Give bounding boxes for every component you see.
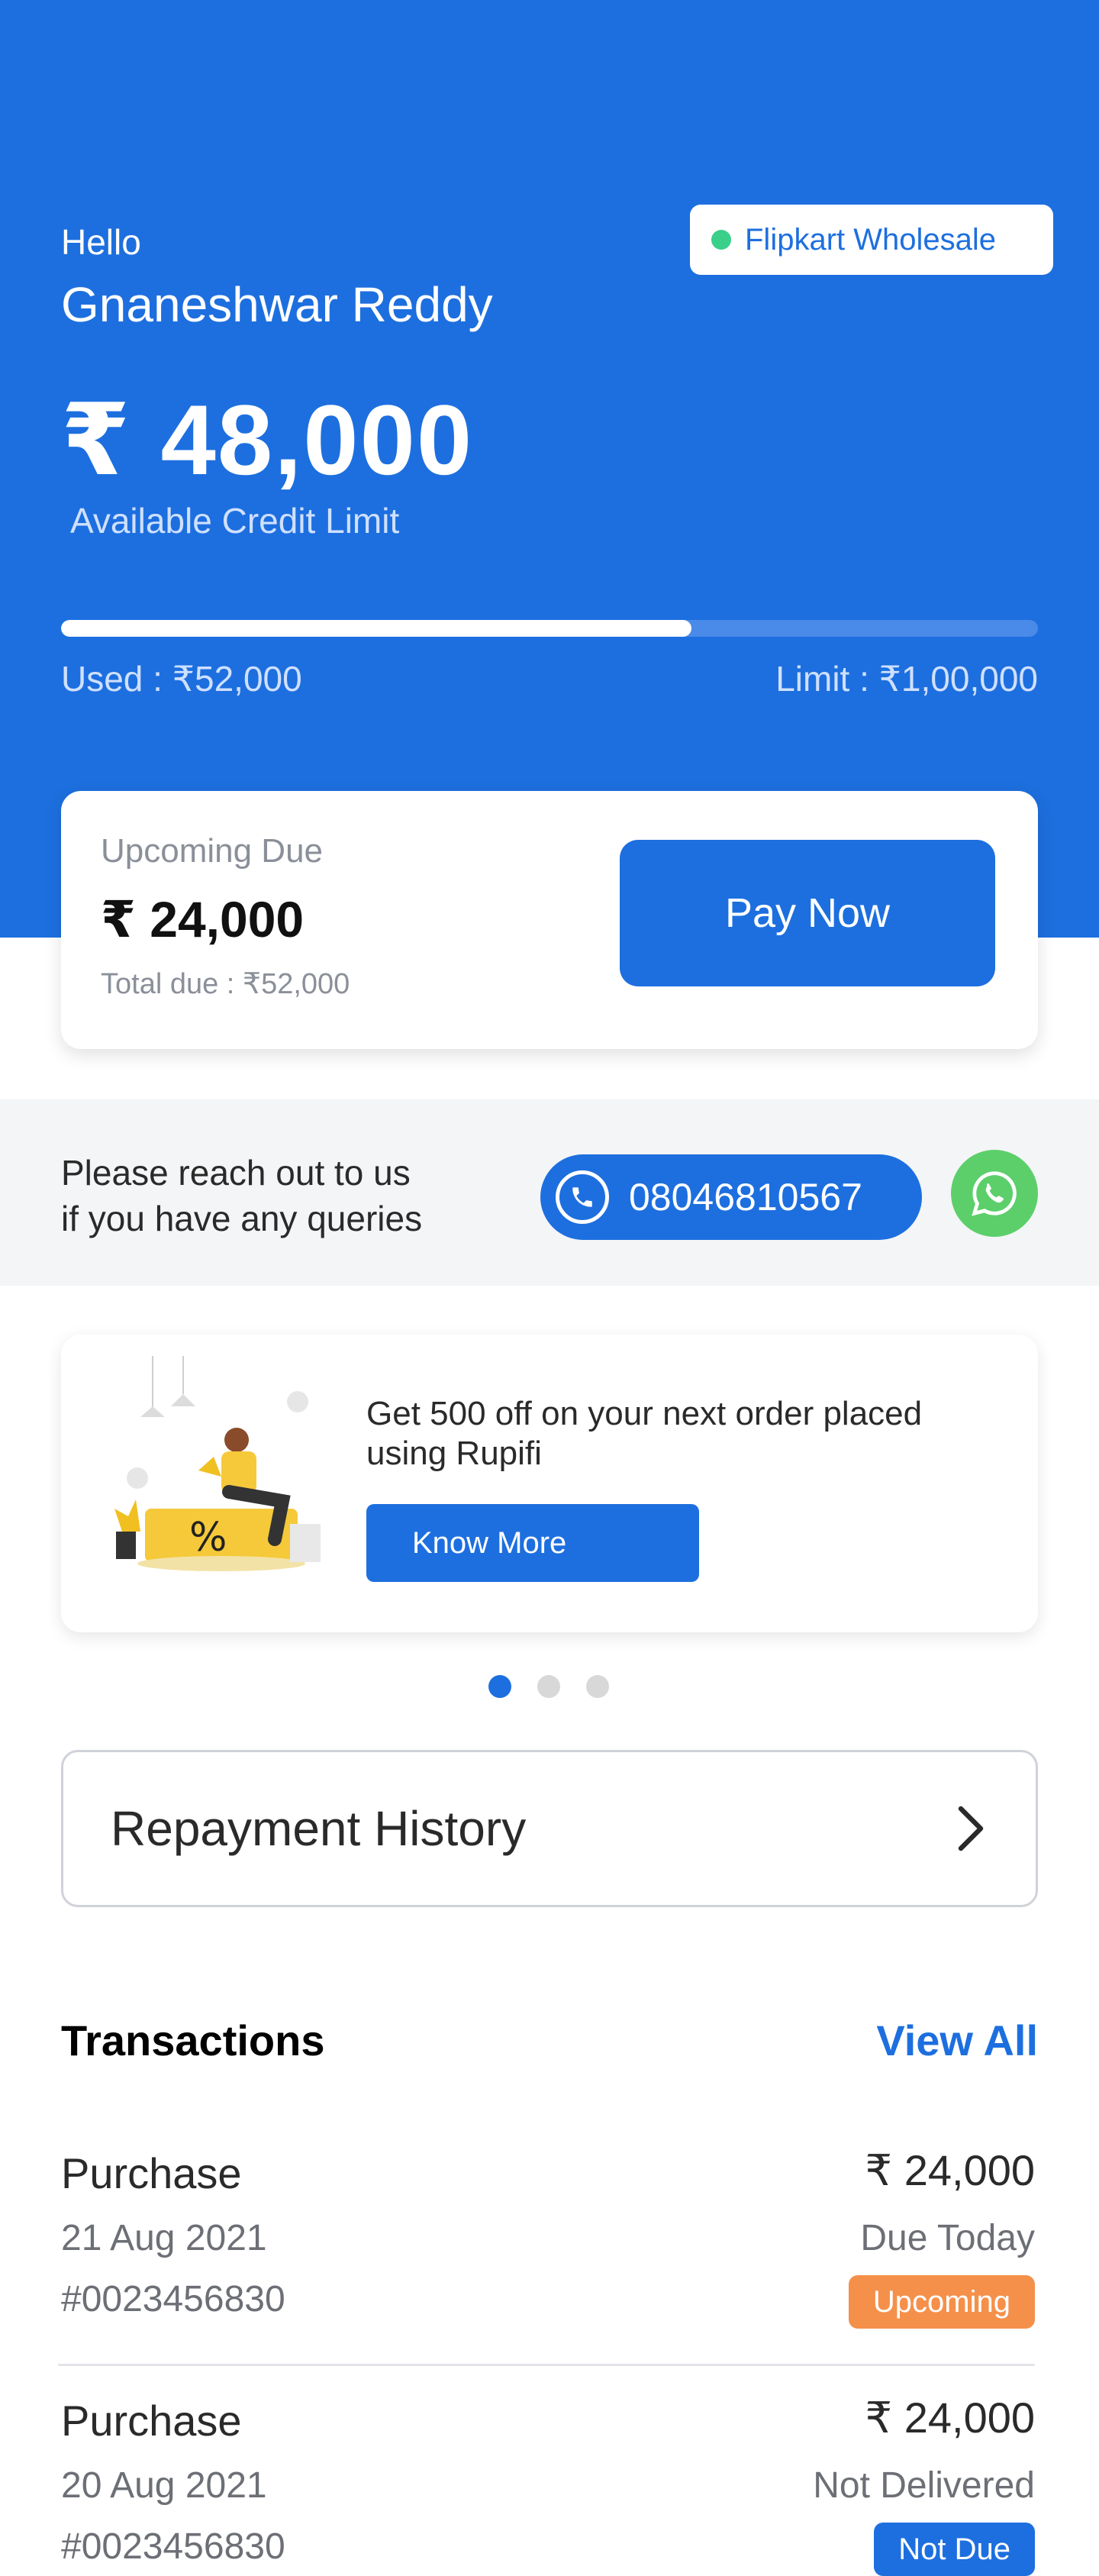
transaction-type: Purchase [61,2149,242,2197]
transaction-amount: ₹ 24,000 [865,2394,1035,2442]
partner-badge-label: Flipkart Wholesale [745,222,997,257]
transaction-date: 21 Aug 2021 [61,2218,267,2258]
transaction-row[interactable]: Purchase 20 Aug 2021 #0023456830 ₹ 24,00… [61,2391,1035,2576]
status-badge: Upcoming [848,2275,1035,2329]
greeting: Hello [61,222,141,262]
limit-amount: Limit : ₹1,00,000 [775,659,1038,699]
carousel-dot[interactable] [537,1675,560,1698]
view-all-link[interactable]: View All [876,2016,1038,2065]
call-support-button[interactable]: 08046810567 [540,1154,922,1240]
available-credit-label: Available Credit Limit [70,501,400,541]
available-credit-amount: ₹ 48,000 [61,384,474,496]
carousel-indicator [488,1675,609,1698]
row-divider [58,2364,1035,2366]
user-name: Gnaneshwar Reddy [61,277,493,332]
transaction-amount: ₹ 24,000 [865,2146,1035,2194]
phone-icon [556,1170,609,1224]
shopping-discount-illustration: % [114,1356,321,1571]
transaction-type: Purchase [61,2397,242,2445]
upcoming-due-label: Upcoming Due [101,832,324,870]
credit-usage-fill [61,620,691,637]
total-due-text: Total due : ₹52,000 [101,968,350,1000]
whatsapp-button[interactable] [951,1150,1038,1237]
status-dot-icon [711,230,731,250]
support-line-1: Please reach out to us [61,1153,411,1193]
partner-badge: Flipkart Wholesale [690,205,1053,275]
transaction-status: Not Delivered [813,2465,1035,2506]
transactions-title: Transactions [61,2016,325,2064]
carousel-dot[interactable] [586,1675,609,1698]
transaction-row[interactable]: Purchase 21 Aug 2021 #0023456830 ₹ 24,00… [61,2144,1035,2329]
support-message: Please reach out to us if you have any q… [61,1150,488,1241]
carousel-dot[interactable] [488,1675,511,1698]
know-more-button[interactable]: Know More [366,1504,699,1582]
transaction-id: #0023456830 [61,2526,285,2567]
status-badge: Not Due [874,2523,1035,2576]
repayment-history-link[interactable]: Repayment History [61,1750,1038,1907]
pay-now-button[interactable]: Pay Now [620,840,995,986]
transaction-id: #0023456830 [61,2279,285,2319]
repayment-history-label: Repayment History [111,1801,527,1856]
svg-text:%: % [189,1515,227,1561]
promo-message: Get 500 off on your next order placed us… [366,1395,923,1472]
transaction-status: Due Today [860,2218,1035,2258]
credit-usage-bar [61,620,1038,637]
chevron-right-icon [958,1806,984,1851]
used-amount: Used : ₹52,000 [61,659,302,699]
support-phone-number: 08046810567 [629,1176,862,1219]
whatsapp-icon [972,1171,1017,1216]
transaction-date: 20 Aug 2021 [61,2465,267,2506]
upcoming-due-amount: ₹ 24,000 [101,891,305,947]
support-line-2: if you have any queries [61,1199,423,1238]
